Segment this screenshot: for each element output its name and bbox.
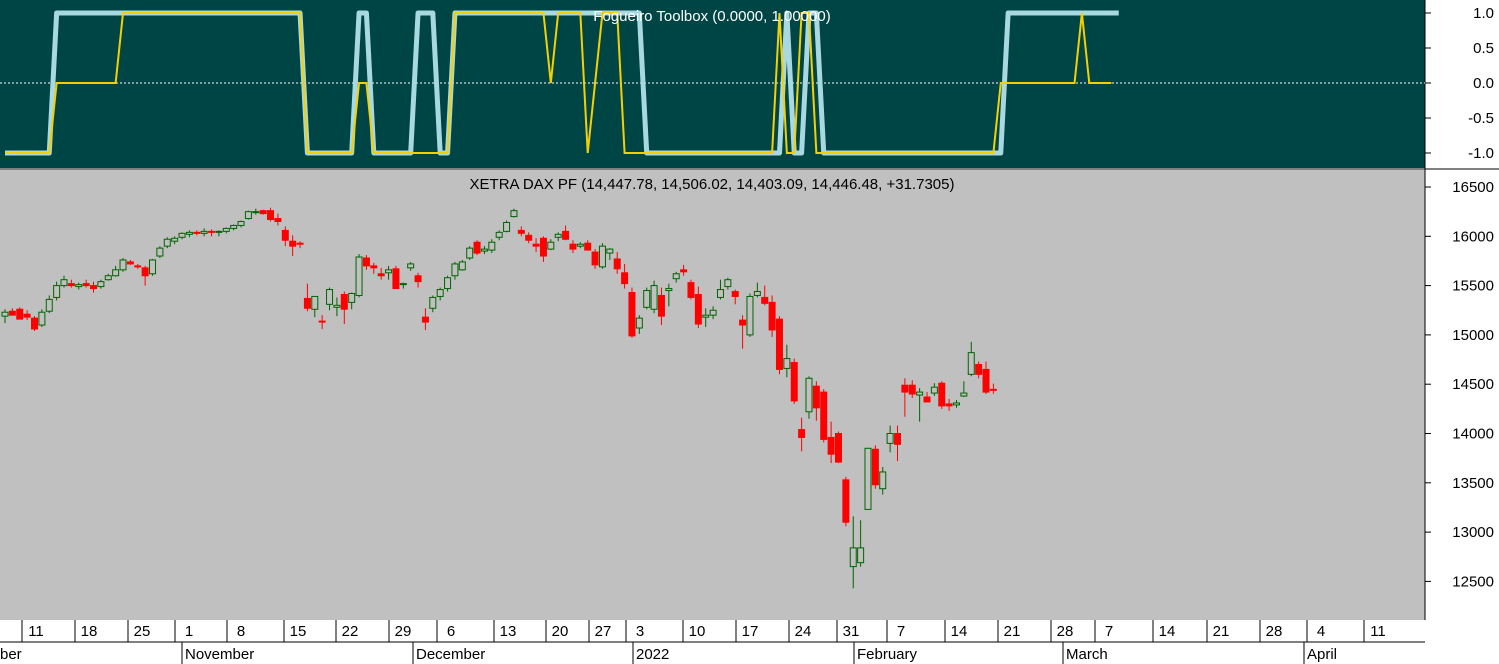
month-label: February bbox=[857, 646, 918, 663]
price-tick-label: 13000 bbox=[1452, 524, 1494, 541]
price-tick-label: 16000 bbox=[1452, 228, 1494, 245]
candle bbox=[643, 287, 651, 310]
candle bbox=[650, 280, 658, 314]
price-tick-label: 15000 bbox=[1452, 327, 1494, 344]
candle bbox=[392, 265, 400, 290]
candle bbox=[259, 209, 267, 215]
price-tick-label: 14000 bbox=[1452, 426, 1494, 443]
indicator-title: Fogueiro Toolbox (0.0000, 1.00000) bbox=[593, 8, 830, 25]
day-label: 1 bbox=[185, 623, 193, 640]
candle bbox=[466, 246, 474, 260]
indicator-tick-label: 1.0 bbox=[1473, 5, 1494, 22]
indicator-tick-label: 0.0 bbox=[1473, 75, 1494, 92]
candle bbox=[842, 476, 850, 527]
candle bbox=[458, 259, 466, 271]
month-label: 2022 bbox=[636, 646, 669, 663]
day-label: 14 bbox=[951, 623, 968, 640]
candle bbox=[119, 257, 127, 272]
day-label: 7 bbox=[1105, 623, 1113, 640]
price-tick-label: 14500 bbox=[1452, 376, 1494, 393]
day-label: 15 bbox=[290, 623, 307, 640]
month-label: ber bbox=[0, 646, 22, 663]
price-tick-label: 15500 bbox=[1452, 278, 1494, 295]
candle bbox=[31, 316, 39, 331]
month-label: November bbox=[185, 646, 254, 663]
day-label: 20 bbox=[552, 623, 569, 640]
candle bbox=[16, 307, 24, 320]
day-label: 31 bbox=[843, 623, 860, 640]
candle bbox=[598, 243, 606, 269]
day-label: 25 bbox=[134, 623, 151, 640]
day-label: 11 bbox=[1370, 623, 1386, 640]
day-label: 18 bbox=[81, 623, 98, 640]
day-label: 13 bbox=[500, 623, 517, 640]
candle bbox=[355, 254, 363, 298]
candle bbox=[244, 210, 252, 220]
day-label: 22 bbox=[342, 623, 359, 640]
month-label: December bbox=[416, 646, 485, 663]
day-label: 17 bbox=[742, 623, 759, 640]
day-label: 24 bbox=[795, 623, 812, 640]
day-label: 8 bbox=[237, 623, 245, 640]
indicator-panel bbox=[0, 0, 1425, 168]
candle bbox=[38, 309, 46, 328]
chart-canvas: 1.00.50.0-0.5-1.0 1650016000155001500014… bbox=[0, 0, 1499, 664]
candle bbox=[790, 358, 798, 404]
day-label: 27 bbox=[595, 623, 612, 640]
indicator-tick-label: 0.5 bbox=[1473, 40, 1494, 57]
candle bbox=[834, 431, 842, 464]
day-label: 11 bbox=[28, 623, 44, 640]
day-label: 7 bbox=[897, 623, 905, 640]
price-panel bbox=[0, 170, 1425, 620]
day-label: 6 bbox=[447, 623, 455, 640]
candle bbox=[871, 445, 879, 489]
candle bbox=[938, 381, 946, 409]
candle bbox=[628, 287, 636, 338]
indicator-tick-label: -1.0 bbox=[1468, 145, 1494, 162]
price-tick-label: 16500 bbox=[1452, 179, 1494, 196]
candle bbox=[503, 220, 511, 233]
price-title: XETRA DAX PF (14,447.78, 14,506.02, 14,4… bbox=[470, 176, 955, 193]
candle bbox=[820, 389, 828, 443]
day-label: 3 bbox=[636, 623, 644, 640]
candle bbox=[746, 293, 754, 337]
indicator-tick-label: -0.5 bbox=[1468, 110, 1494, 127]
month-label: April bbox=[1307, 646, 1337, 663]
candle bbox=[473, 240, 481, 256]
day-label: 4 bbox=[1317, 623, 1325, 640]
month-label: March bbox=[1066, 646, 1108, 663]
candle bbox=[156, 246, 164, 258]
day-label: 10 bbox=[689, 623, 706, 640]
day-label: 14 bbox=[1159, 623, 1176, 640]
day-label: 21 bbox=[1004, 623, 1021, 640]
day-label: 28 bbox=[1266, 623, 1283, 640]
day-label: 28 bbox=[1057, 623, 1074, 640]
price-tick-label: 12500 bbox=[1452, 573, 1494, 590]
price-tick-label: 13500 bbox=[1452, 475, 1494, 492]
day-label: 29 bbox=[395, 623, 412, 640]
day-label: 21 bbox=[1213, 623, 1230, 640]
candle bbox=[775, 316, 783, 375]
candle bbox=[687, 279, 695, 300]
candle bbox=[864, 447, 872, 510]
candle bbox=[149, 258, 157, 276]
candle bbox=[163, 237, 171, 249]
